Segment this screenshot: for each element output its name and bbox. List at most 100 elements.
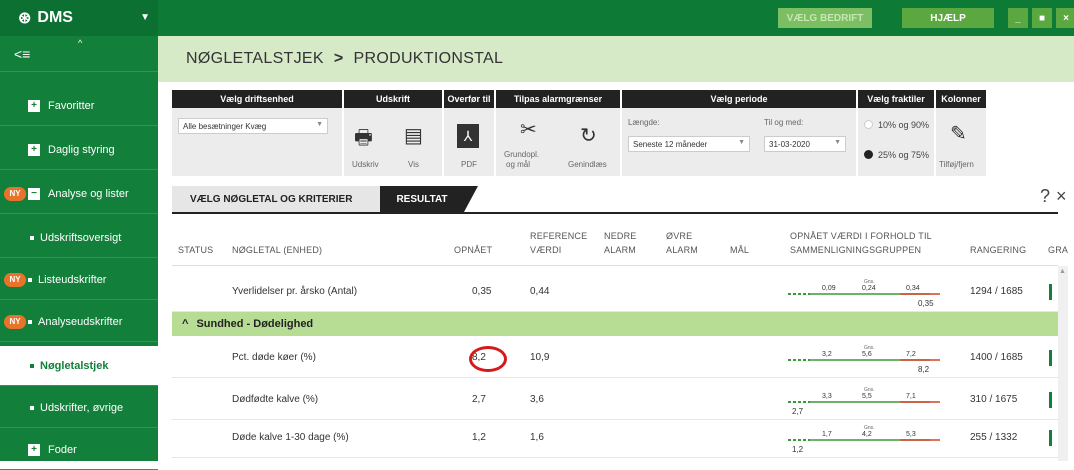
- opt2-label[interactable]: 25% og 75%: [878, 150, 929, 160]
- document-icon[interactable]: ▤: [404, 126, 423, 146]
- row-name: Døde kalve 1-30 dage (%): [232, 432, 349, 443]
- driftsenhed-select[interactable]: Alle besætninger Kvæg ▼: [178, 118, 328, 134]
- udskrift-group: Udskrift 🖶 Udskriv ▤ Vis: [344, 90, 442, 176]
- sidebar-item-1[interactable]: + Daglig styring: [0, 130, 158, 170]
- comparison-mini-chart: 3,2Gns.5,6 7,28,2: [788, 345, 940, 374]
- og-maal-label[interactable]: og mål: [506, 160, 530, 169]
- col-forhold[interactable]: OPNÅET VÆRDI I FORHOLD TIL: [790, 230, 932, 243]
- row-opnaaet: 0,35: [472, 286, 492, 297]
- sidebar-item-2[interactable]: NY − Analyse og lister: [0, 174, 158, 214]
- pencil-icon[interactable]: ✎: [950, 124, 967, 144]
- print-icon[interactable]: 🖶: [354, 128, 373, 148]
- sidebar-item-label: Nøgletalstjek: [40, 359, 109, 372]
- chevron-up-icon[interactable]: ^: [78, 38, 82, 48]
- mini-gns-value: 5,5: [862, 393, 872, 400]
- bullet-icon: [30, 405, 34, 410]
- scroll-up-icon[interactable]: ▲: [1059, 268, 1066, 275]
- periode-header: Vælg periode: [622, 90, 856, 108]
- sidebar-item-6[interactable]: Nøgletalstjek: [0, 346, 158, 386]
- scrollbar[interactable]: ▲: [1058, 266, 1068, 461]
- mini-high-value: 7,1: [906, 393, 916, 400]
- tab-arrow: [464, 186, 478, 212]
- dms-logo[interactable]: ⊛ DMS ▼: [0, 0, 158, 36]
- col-nedre[interactable]: NEDRE: [604, 230, 637, 243]
- row-name: Pct. døde køer (%): [232, 352, 316, 363]
- bullet-icon: [28, 277, 32, 282]
- col-rangering[interactable]: RANGERING: [970, 244, 1026, 257]
- radio-25-75[interactable]: [864, 150, 873, 159]
- col-forhold-2: SAMMENLIGNINGSGRUPPEN: [790, 245, 922, 255]
- dropdown-arrow-icon: ▼: [834, 139, 841, 146]
- sidebar-item-8[interactable]: + Foder: [0, 430, 158, 470]
- row-opnaaet: 2,7: [472, 394, 486, 405]
- window-close-button[interactable]: ×: [1056, 8, 1074, 28]
- table-row[interactable]: Dødfødte kalve (%) 2,7 3,6 310 / 1675 3,3 Gns…: [172, 380, 1058, 420]
- refresh-icon[interactable]: ↻: [580, 126, 597, 146]
- mini-high-value: 7,2: [906, 351, 916, 358]
- tab-kriterier[interactable]: VÆLG NØGLETAL OG KRITERIER: [172, 186, 380, 212]
- tilfoej-button[interactable]: Tilføj/fjern: [939, 160, 974, 169]
- top-bar: VÆLG BEDRIFT HJÆLP _ ■ ×: [158, 0, 1074, 36]
- sidebar-item-4[interactable]: NY Listeudskrifter: [0, 260, 158, 300]
- breadcrumb-part1[interactable]: NØGLETALSTJEK: [186, 50, 324, 68]
- col-opnaaet[interactable]: OPNÅET: [454, 244, 492, 257]
- chevron-up-icon[interactable]: ^: [182, 318, 188, 330]
- sidebar-item-7[interactable]: Udskrifter, øvrige: [0, 388, 158, 428]
- udskriv-button[interactable]: Udskriv: [352, 160, 379, 169]
- sidebar-item-label: Daglig styring: [48, 143, 115, 156]
- comparison-mini-chart: 0,09Gns.0,24 0,340,35: [788, 279, 940, 308]
- vaelg-bedrift-button[interactable]: VÆLG BEDRIFT: [778, 8, 872, 28]
- col-noegletal[interactable]: NØGLETAL (ENHED): [232, 244, 322, 257]
- chevron-down-icon[interactable]: ▼: [140, 12, 150, 23]
- pdf-icon[interactable]: ⅄: [457, 124, 479, 148]
- ny-badge: NY: [4, 272, 26, 287]
- tab-resultat[interactable]: RESULTAT: [380, 186, 478, 212]
- bullet-icon: [30, 235, 34, 240]
- mini-low-value: 0,09: [822, 285, 836, 292]
- table-row[interactable]: Pct. døde køer (%) 8,2 10,9 1400 / 1685 3,2 G…: [172, 338, 1058, 378]
- col-status[interactable]: STATUS: [178, 244, 213, 257]
- restore-button[interactable]: ■: [1032, 8, 1052, 28]
- alarm-header: Tilpas alarmgrænser: [496, 90, 620, 108]
- sidebar-item-3[interactable]: Udskriftsoversigt: [0, 218, 158, 258]
- til-value: 31-03-2020: [769, 139, 810, 149]
- logo-icon: ⊛: [18, 10, 32, 27]
- tools-icon[interactable]: ✂: [520, 120, 537, 140]
- toolbar: Vælg driftsenhed Alle besætninger Kvæg ▼…: [158, 82, 1074, 180]
- radio-10-90[interactable]: [864, 120, 873, 129]
- app-name: DMS: [37, 9, 73, 26]
- bullet-icon: [30, 363, 34, 368]
- col-nedre-2: ALARM: [604, 245, 637, 255]
- row-name: Yverlidelser pr. årsko (Antal): [232, 286, 358, 297]
- expand-icon: +: [28, 143, 40, 156]
- vis-button[interactable]: Vis: [408, 160, 419, 169]
- periode-group: Vælg periode Længde: Seneste 12 måneder …: [622, 90, 856, 176]
- menu-collapse-button[interactable]: ^ <≡: [0, 36, 158, 72]
- col-reference[interactable]: REFERENCE: [530, 230, 587, 243]
- collapse-icon: −: [28, 187, 40, 200]
- grundopl-label[interactable]: Grundopl.: [504, 150, 539, 159]
- group-row[interactable]: ^ Sundhed - Dødelighed: [172, 312, 1058, 336]
- help-button[interactable]: HJÆLP: [902, 8, 994, 28]
- row-rangering: 310 / 1675: [970, 394, 1018, 405]
- genindlaes-button[interactable]: Genindlæs: [568, 160, 607, 169]
- til-select[interactable]: 31-03-2020 ▼: [764, 136, 846, 152]
- opt1-label[interactable]: 10% og 90%: [878, 120, 929, 130]
- col-oevre[interactable]: ØVRE: [666, 230, 692, 243]
- close-icon[interactable]: ×: [1056, 186, 1067, 207]
- table-row[interactable]: Døde kalve 1-30 dage (%) 1,2 1,6 255 / 1332…: [172, 418, 1058, 458]
- col-gra[interactable]: GRA: [1048, 244, 1068, 257]
- table-row[interactable]: Yverlidelser pr. årsko (Antal) 0,35 0,44 12…: [172, 272, 1058, 312]
- breadcrumb-separator: >: [333, 50, 344, 67]
- kolonner-header: Kolonner: [936, 90, 986, 108]
- pdf-button[interactable]: PDF: [461, 160, 477, 169]
- dropdown-arrow-icon: ▼: [738, 139, 745, 146]
- minimize-button[interactable]: _: [1008, 8, 1028, 28]
- sidebar-item-0[interactable]: + Favoritter: [0, 86, 158, 126]
- help-icon[interactable]: ?: [1040, 186, 1050, 207]
- comparison-mini-chart: 1,7Gns.4,2 5,31,2: [788, 425, 940, 454]
- sidebar-item-5[interactable]: NY Analyseudskrifter: [0, 302, 158, 342]
- row-rangering: 1294 / 1685: [970, 286, 1023, 297]
- col-maal[interactable]: MÅL: [730, 244, 749, 257]
- laengde-select[interactable]: Seneste 12 måneder ▼: [628, 136, 750, 152]
